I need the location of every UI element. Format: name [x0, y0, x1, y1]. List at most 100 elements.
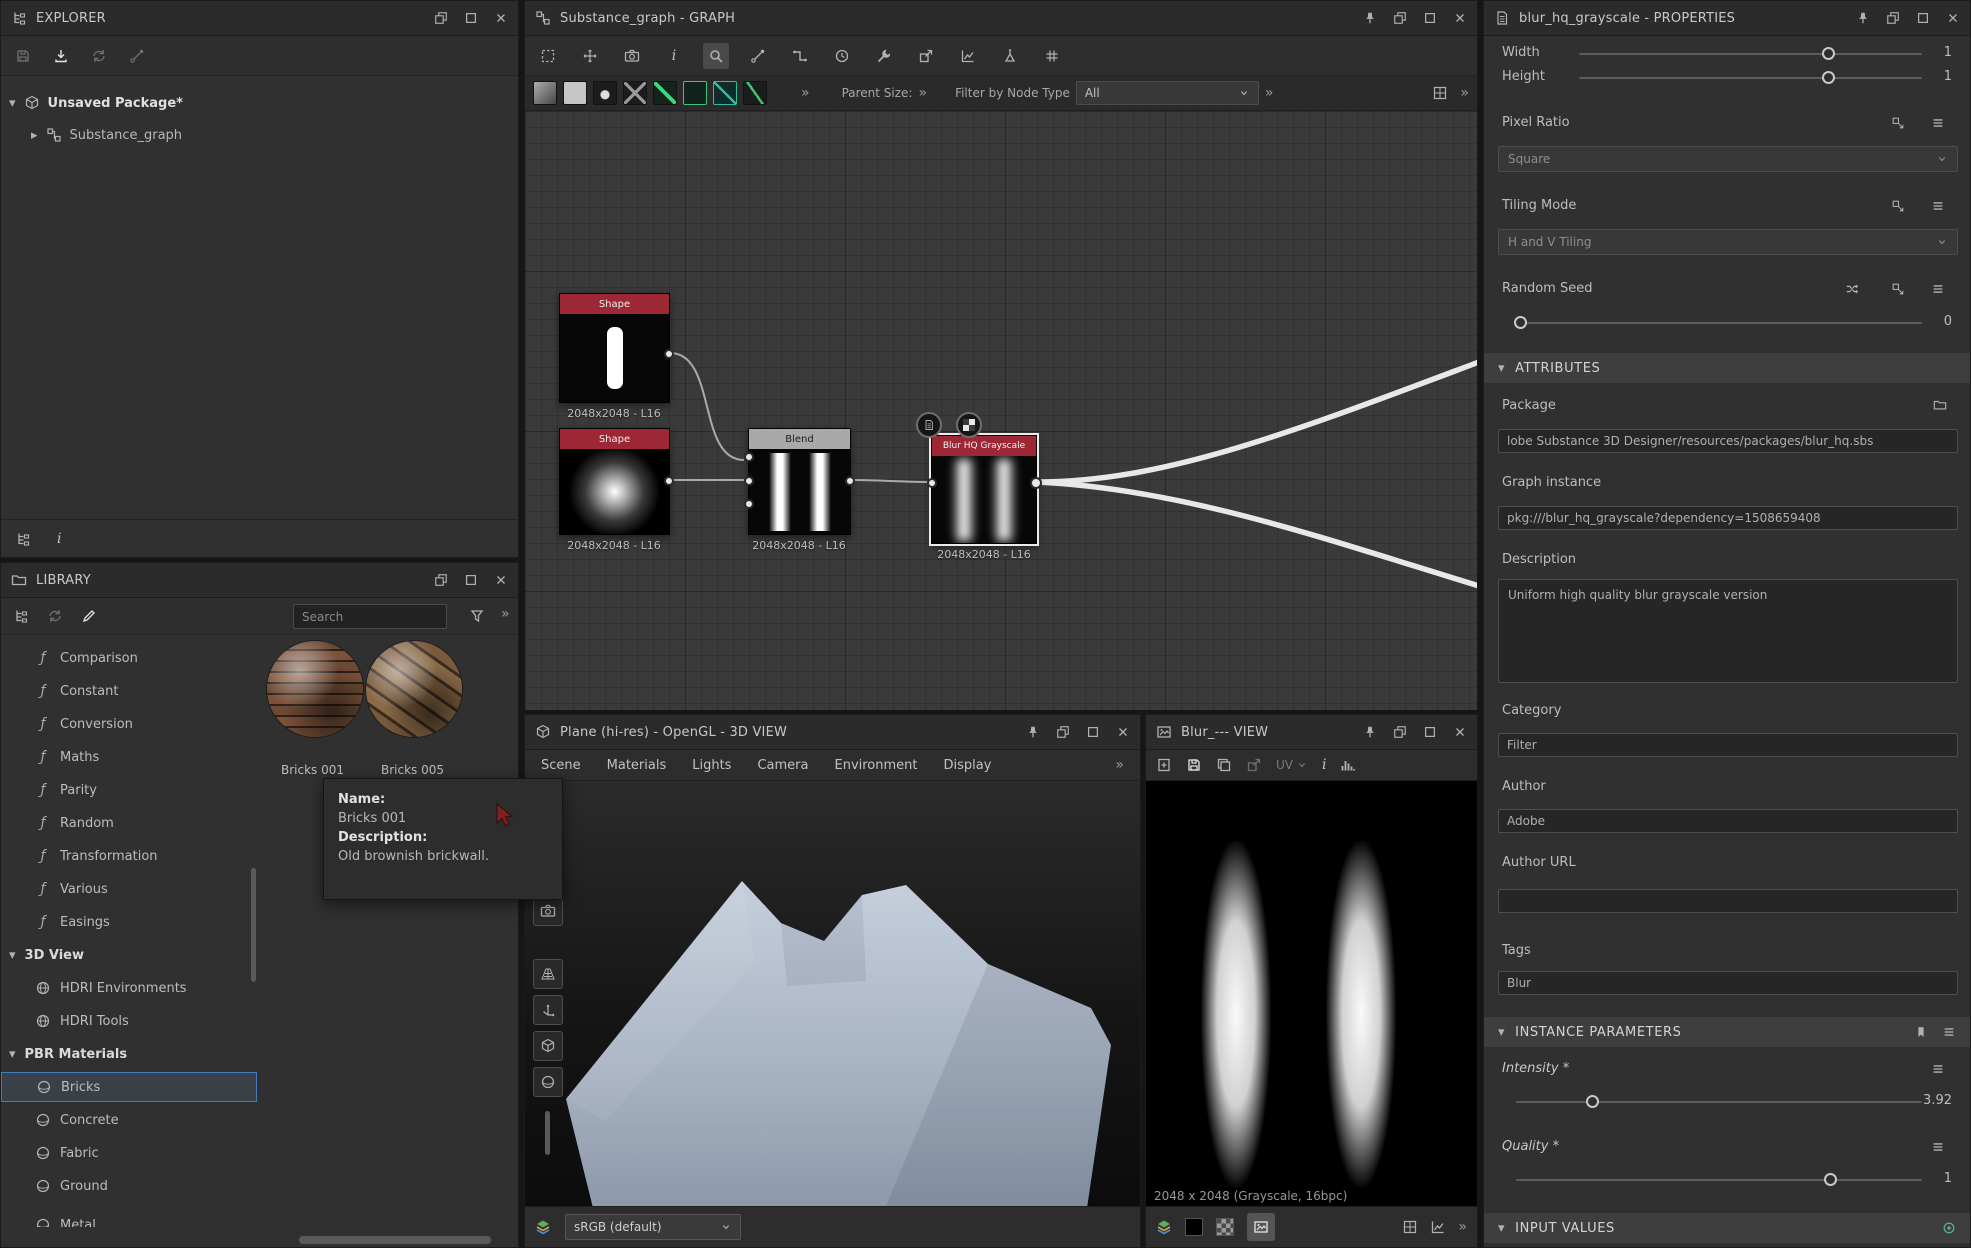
- maximize-window-icon[interactable]: [1423, 725, 1437, 739]
- author-url-field[interactable]: [1498, 889, 1958, 913]
- parameter-menu-icon[interactable]: [1928, 1059, 1948, 1079]
- library-section-3d-view[interactable]: ▾3D View: [1, 940, 257, 970]
- colorspace-select[interactable]: sRGB (default): [565, 1214, 741, 1240]
- filter-curve-icon[interactable]: [653, 81, 677, 105]
- expose-parameter-icon[interactable]: [1888, 113, 1908, 133]
- float-window-icon[interactable]: [434, 11, 448, 25]
- description-field[interactable]: Uniform high quality blur grayscale vers…: [1498, 579, 1958, 683]
- folder-icon[interactable]: [1930, 395, 1950, 415]
- float-window-icon[interactable]: [1393, 725, 1407, 739]
- height-value[interactable]: 1: [1944, 69, 1952, 84]
- graph-canvas[interactable]: Shape 2048x2048 - L16 Shape 2048x2048 - …: [525, 111, 1477, 710]
- pin-icon[interactable]: [1363, 11, 1377, 25]
- maximize-window-icon[interactable]: [1916, 11, 1930, 25]
- graph-node-blur-hq-grayscale[interactable]: Blur HQ Grayscale: [931, 435, 1037, 544]
- parent-size-more-icon[interactable]: »: [918, 85, 927, 101]
- category-list-scrollbar[interactable]: [251, 868, 256, 982]
- image-info-icon[interactable]: i: [1322, 757, 1326, 773]
- library-item-maths[interactable]: ƒMaths: [1, 742, 257, 772]
- copy-image-icon[interactable]: [1216, 757, 1232, 773]
- grid-snap-icon[interactable]: [1039, 43, 1065, 69]
- library-horizontal-scrollbar[interactable]: [299, 1236, 491, 1244]
- quality-value[interactable]: 1: [1944, 1171, 1952, 1186]
- quality-slider[interactable]: [1516, 1179, 1922, 1181]
- close-icon[interactable]: [494, 11, 508, 25]
- node-info-icon[interactable]: i: [661, 43, 687, 69]
- edit-icon[interactable]: [81, 608, 97, 624]
- graph-node-shape-2[interactable]: Shape: [559, 428, 670, 535]
- random-seed-slider[interactable]: [1516, 322, 1922, 324]
- graph-node-shape-1[interactable]: Shape: [559, 293, 670, 403]
- link-icon[interactable]: [129, 48, 145, 64]
- tiling-mode-select[interactable]: H and V Tiling: [1498, 229, 1958, 255]
- export-icon[interactable]: [913, 43, 939, 69]
- filter-safe-transform-icon[interactable]: [683, 81, 707, 105]
- lab-flask-icon[interactable]: [997, 43, 1023, 69]
- refresh-library-icon[interactable]: [47, 608, 63, 624]
- library-item-concrete[interactable]: Concrete: [1, 1105, 257, 1135]
- library-item-random[interactable]: ƒRandom: [1, 808, 257, 838]
- layers-icon[interactable]: [1156, 1219, 1172, 1235]
- parameter-menu-icon[interactable]: [1928, 279, 1948, 299]
- close-icon[interactable]: [1453, 725, 1467, 739]
- filter-transform-icon[interactable]: [623, 81, 647, 105]
- viewport-grid-icon[interactable]: [533, 959, 563, 989]
- library-item-ground[interactable]: Ground: [1, 1171, 257, 1201]
- node-output-port[interactable]: [664, 476, 674, 486]
- node-input-port[interactable]: [927, 478, 937, 488]
- section-menu-icon[interactable]: [1942, 1025, 1956, 1039]
- node-grayscale-badge[interactable]: [956, 412, 982, 438]
- random-seed-value[interactable]: 0: [1944, 314, 1952, 329]
- save-image-icon[interactable]: [1186, 757, 1202, 773]
- pin-icon[interactable]: [1856, 11, 1870, 25]
- node-thumbnails-icon[interactable]: [1432, 85, 1448, 101]
- library-item-easings[interactable]: ƒEasings: [1, 907, 257, 937]
- view3d-viewport[interactable]: [525, 781, 1140, 1208]
- shuffle-icon[interactable]: [1842, 279, 1862, 299]
- library-item-hdri-tools[interactable]: HDRI Tools: [1, 1006, 257, 1036]
- node-input-port[interactable]: [744, 452, 754, 462]
- menu-environment[interactable]: Environment: [834, 758, 917, 773]
- filter-blur-icon[interactable]: [593, 81, 617, 105]
- width-slider[interactable]: [1579, 53, 1922, 55]
- close-icon[interactable]: [1116, 725, 1130, 739]
- category-field[interactable]: Filter: [1498, 733, 1958, 757]
- float-window-icon[interactable]: [1886, 11, 1900, 25]
- width-value[interactable]: 1: [1944, 45, 1952, 60]
- tree-item-graph[interactable]: ▸ Substance_graph: [31, 121, 182, 149]
- instance-parameters-section-header[interactable]: ▾ INSTANCE PARAMETERS: [1484, 1017, 1970, 1047]
- expose-parameter-icon[interactable]: [1888, 279, 1908, 299]
- filter-uniform-icon[interactable]: [563, 81, 587, 105]
- library-item-bricks[interactable]: Bricks: [1, 1072, 257, 1102]
- menu-camera[interactable]: Camera: [757, 758, 808, 773]
- more-options-icon[interactable]: »: [1458, 1219, 1467, 1235]
- chevron-right-icon[interactable]: ▸: [31, 128, 38, 143]
- more-view-options-icon[interactable]: »: [1460, 85, 1469, 101]
- graph-instance-field[interactable]: pkg:///blur_hq_grayscale?dependency=1508…: [1498, 506, 1958, 530]
- library-section-pbr-materials[interactable]: ▾PBR Materials: [1, 1039, 257, 1069]
- pixel-ratio-select[interactable]: Square: [1498, 146, 1958, 172]
- attributes-section-header[interactable]: ▾ ATTRIBUTES: [1484, 353, 1970, 383]
- image-display-button[interactable]: [1247, 1213, 1275, 1241]
- filter-grayscale-icon[interactable]: [533, 81, 557, 105]
- create-link-icon[interactable]: [745, 43, 771, 69]
- material-thumbnail-bricks-005[interactable]: [366, 641, 462, 737]
- import-icon[interactable]: [53, 48, 69, 64]
- node-output-port[interactable]: [664, 349, 674, 359]
- package-field[interactable]: lobe Substance 3D Designer/resources/pac…: [1498, 429, 1958, 453]
- chevron-down-icon[interactable]: ▾: [9, 96, 16, 111]
- maximize-window-icon[interactable]: [1423, 11, 1437, 25]
- tools-wrench-icon[interactable]: [871, 43, 897, 69]
- more-toolbar-icon[interactable]: »: [501, 606, 510, 622]
- marquee-select-icon[interactable]: [535, 43, 561, 69]
- maximize-window-icon[interactable]: [464, 11, 478, 25]
- viewport-camera-icon[interactable]: [533, 896, 563, 926]
- add-library-icon[interactable]: [13, 608, 29, 624]
- intensity-slider[interactable]: [1516, 1101, 1922, 1103]
- library-item-conversion[interactable]: ƒConversion: [1, 709, 257, 739]
- maximize-window-icon[interactable]: [1086, 725, 1100, 739]
- checker-background-swatch[interactable]: [1216, 1218, 1234, 1236]
- tree-item-package[interactable]: ▾ Unsaved Package*: [9, 89, 183, 117]
- save-icon[interactable]: [15, 48, 31, 64]
- node-output-port[interactable]: [845, 476, 855, 486]
